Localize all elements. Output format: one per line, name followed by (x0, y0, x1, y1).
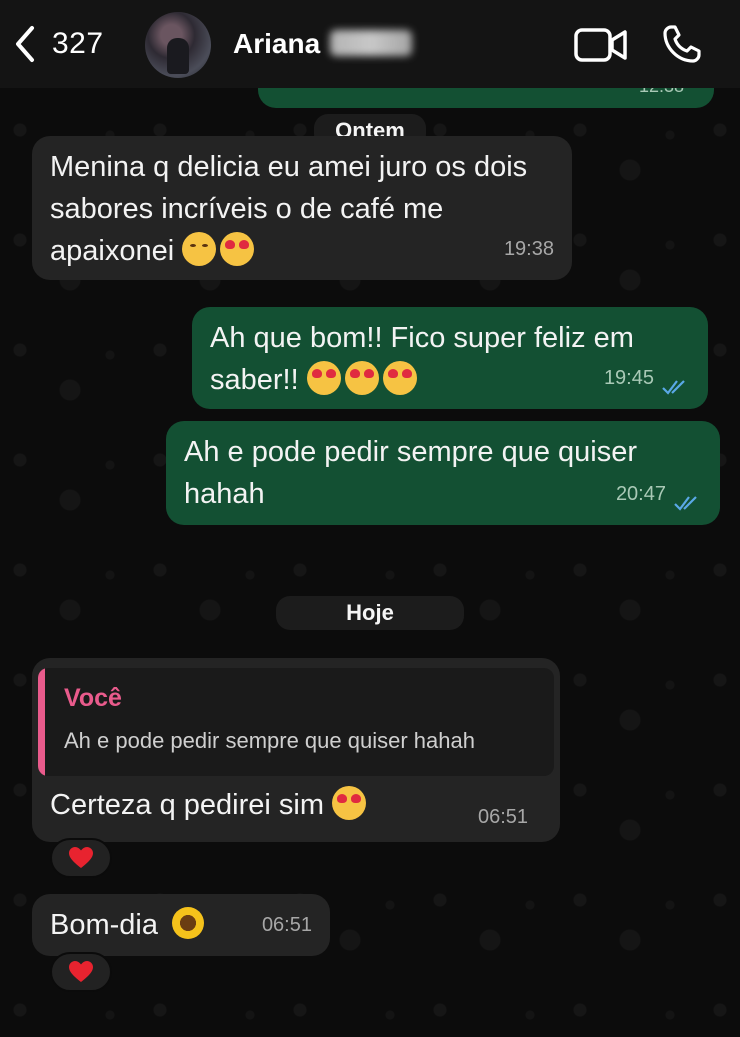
contact-avatar[interactable] (145, 12, 211, 78)
outgoing-message[interactable]: Ah e pode pedir sempre que quiser hahah … (166, 421, 720, 525)
message-time: 19:38 (503, 238, 554, 260)
heart-eyes-emoji (220, 232, 255, 266)
quote-author: Você (64, 684, 122, 712)
incoming-message[interactable]: Bom-dia 06:51 (32, 894, 330, 956)
date-divider-today: Hoje (276, 596, 464, 630)
quoted-message[interactable]: Você Ah e pode pedir sempre que quiser h… (38, 668, 554, 776)
video-camera-icon[interactable] (574, 26, 628, 64)
message-text: Ah que bom!! Fico super feliz em saber!! (210, 322, 634, 396)
unread-count: 327 (52, 27, 104, 60)
outgoing-message[interactable]: Ah que bom!! Fico super feliz em saber!!… (192, 307, 708, 409)
message-time: 06:51 (261, 914, 312, 936)
read-receipt-icon (662, 380, 685, 395)
message-time: 19:45 (603, 367, 654, 389)
chevron-left-icon (16, 26, 34, 62)
incoming-message[interactable]: Menina q delicia eu amei juro os dois sa… (32, 136, 572, 280)
contact-name[interactable]: Ariana (233, 28, 320, 60)
message-text: Certeza q pedirei sim (50, 789, 324, 821)
redacted-surname (330, 30, 412, 56)
back-button[interactable]: 327 (12, 24, 104, 64)
smiling-face-with-hearts-emoji (382, 361, 417, 395)
message-text: Menina q delicia eu amei juro os dois sa… (50, 151, 528, 267)
sunflower-emoji (172, 907, 205, 939)
red-heart-icon (69, 847, 93, 868)
smiling-face-with-hearts-emoji (306, 361, 341, 395)
message-text: Bom-dia (50, 909, 158, 941)
heart-reaction[interactable] (50, 952, 112, 992)
reply-text-row: Certeza q pedirei sim (50, 784, 370, 826)
chat-header: 327 Ariana (0, 0, 740, 88)
red-heart-icon (69, 961, 93, 982)
heart-reaction[interactable] (50, 838, 112, 878)
quote-text: Ah e pode pedir sempre que quiser hahah (64, 728, 475, 753)
phone-icon[interactable] (662, 24, 702, 64)
drooling-face-emoji (182, 232, 217, 266)
smiling-face-with-hearts-emoji (344, 361, 379, 395)
smiling-face-with-hearts-emoji (332, 786, 367, 820)
quote-accent-bar (38, 668, 45, 776)
message-time: 06:51 (478, 806, 529, 828)
message-text: Ah e pode pedir sempre que quiser hahah (184, 436, 638, 510)
read-receipt-icon (674, 496, 697, 511)
message-time: 20:47 (615, 483, 666, 505)
